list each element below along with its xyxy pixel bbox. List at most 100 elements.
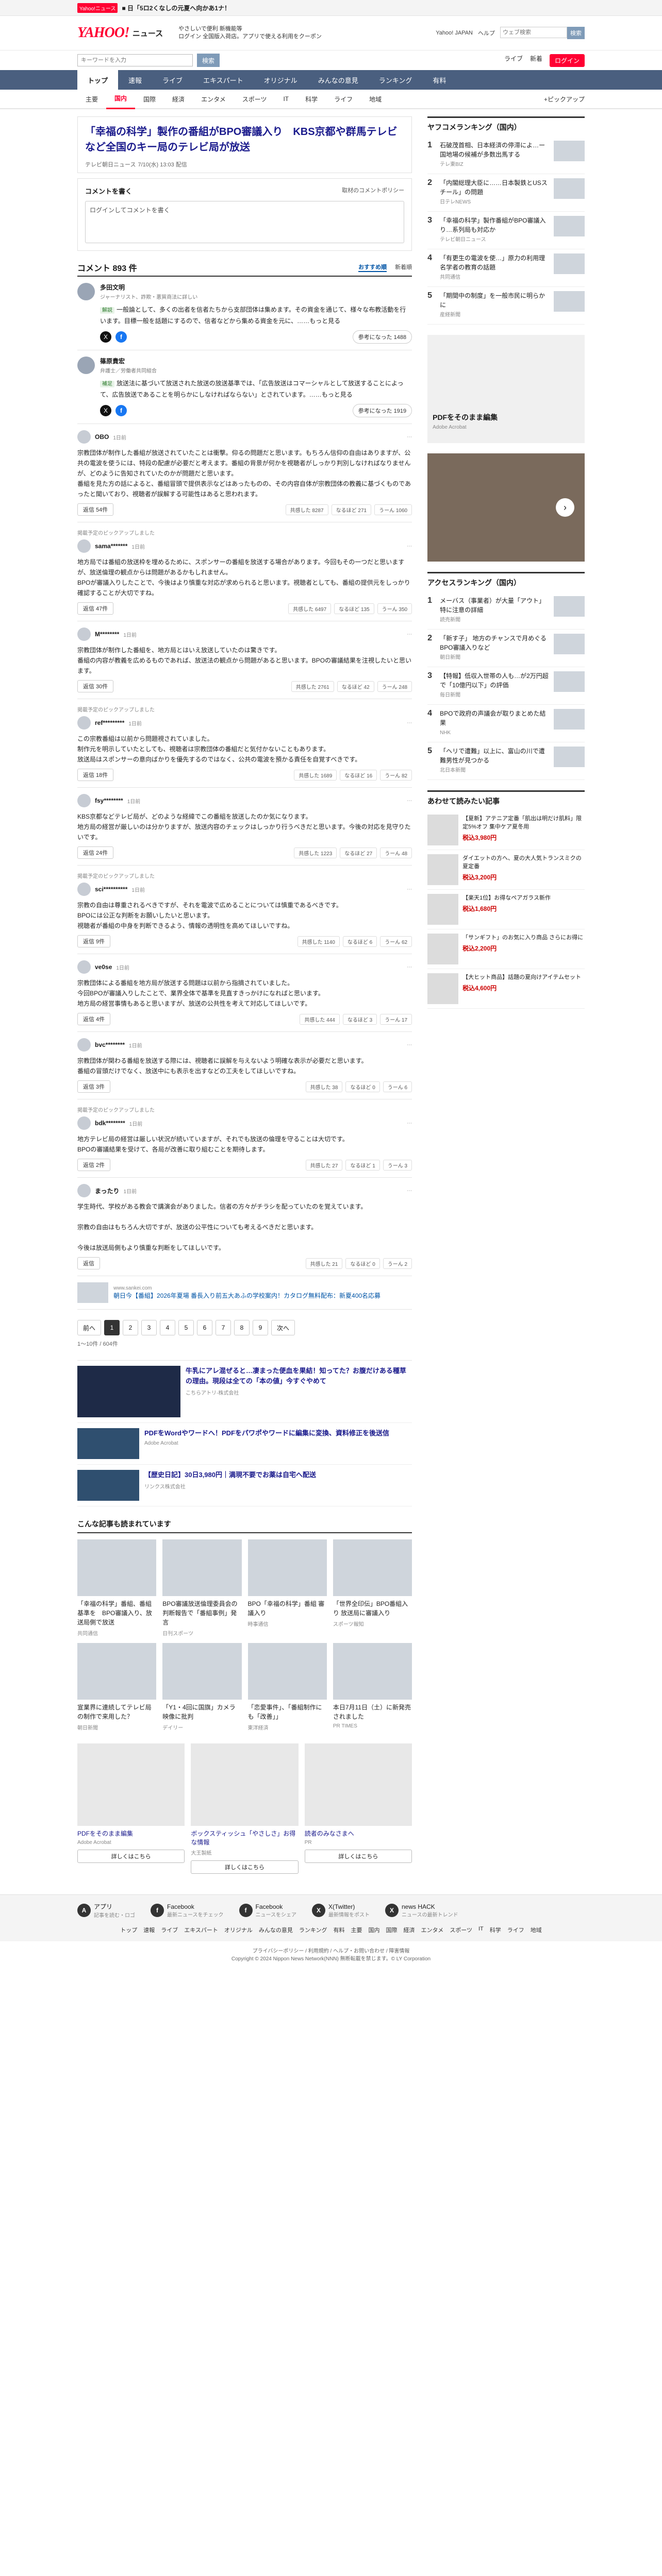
footer-link[interactable]: 国際 xyxy=(386,1926,398,1934)
bottom-ad-card[interactable]: 読者のみなさまへ PR 詳しくはこちら xyxy=(304,1743,412,1874)
ad-title[interactable]: 牛乳にアレ混ぜると…凄まった便血を果結！知ってた？お腹だけある種草の理由。現段は… xyxy=(186,1366,412,1386)
rank-title[interactable]: 「期間中の制度」を一般市民に明らかに xyxy=(440,291,550,310)
ad-title[interactable]: 【歴史日記】30日3,980円｜満現不要でお薬は自宅へ配送 xyxy=(144,1470,316,1480)
footer-sns-item[interactable]: X X(Twitter) 最新情報をポスト xyxy=(312,1903,370,1918)
gnav-live[interactable]: ライブ xyxy=(152,70,193,90)
more-icon[interactable]: ⋯ xyxy=(407,632,412,637)
reply-button[interactable]: 返信 47件 xyxy=(77,602,114,615)
reply-button[interactable]: 返信 2件 xyxy=(77,1159,111,1171)
legal-links[interactable]: プライバシーポリシー / 利用規約 / ヘルプ・お問い合わせ / 障害情報 xyxy=(0,1946,662,1954)
ranking-item[interactable]: 4 「有更生の電波を使…」原力の利用理 名学者の教育の話題 共同通信 xyxy=(427,249,585,287)
page-5[interactable]: 5 xyxy=(178,1320,194,1335)
footer-sns-item[interactable]: f Facebook 最新ニュースをチェック xyxy=(151,1903,224,1918)
ad-item[interactable]: 【歴史日記】30日3,980円｜満現不要でお薬は自宅へ配送 リンクス株式会社 xyxy=(77,1465,412,1506)
reply-button[interactable]: 返信 xyxy=(77,1257,100,1269)
x-share-icon[interactable]: X xyxy=(100,331,111,343)
prev-page-button[interactable]: 前へ xyxy=(77,1320,102,1335)
expert-text[interactable]: 一般論として、多くの出者を信者たちから支部団体は集めます。その資金を通じて、様々… xyxy=(100,306,406,325)
tab-domestic[interactable]: 国内 xyxy=(106,89,136,109)
tab-life[interactable]: ライフ xyxy=(326,90,361,108)
gnav-paid[interactable]: 有料 xyxy=(422,70,456,90)
more-icon[interactable]: ⋯ xyxy=(407,544,412,549)
reaction-button[interactable]: うーん 1060 xyxy=(374,504,412,515)
web-search-button[interactable]: 検索 xyxy=(567,27,585,39)
more-icon[interactable]: ⋯ xyxy=(407,887,412,892)
ranking-item[interactable]: 3 「幸福の科学」製作番組がBPO審議入り…系列局も対応か テレビ朝日ニュース xyxy=(427,212,585,249)
reaction-button[interactable]: うーん 6 xyxy=(383,1081,412,1092)
footer-link[interactable]: ライブ xyxy=(161,1926,178,1934)
news-search-button[interactable]: 検索 xyxy=(197,54,220,67)
reply-button[interactable]: 返信 3件 xyxy=(77,1080,111,1093)
footer-link[interactable]: 科学 xyxy=(490,1926,501,1934)
footer-link[interactable]: みんなの意見 xyxy=(259,1926,293,1934)
comment-user[interactable]: fsy******** xyxy=(95,797,123,804)
reply-button[interactable]: 返信 24件 xyxy=(77,846,114,859)
live-link[interactable]: ライブ xyxy=(504,54,523,67)
reaction-button[interactable]: なるほど 16 xyxy=(340,769,377,781)
tab-economy[interactable]: 経済 xyxy=(164,90,193,108)
reaction-button[interactable]: 共感した 27 xyxy=(305,1159,343,1171)
shop-item[interactable]: 【楽天1位】お得なペアガラス新作 税込1,680円 xyxy=(427,890,585,929)
avatar[interactable] xyxy=(77,539,91,553)
reply-button[interactable]: 返信 9件 xyxy=(77,935,111,947)
reaction-button[interactable]: 共感した 2761 xyxy=(291,681,334,692)
sort-recommended[interactable]: おすすめ順 xyxy=(358,263,387,272)
bottom-ad-text[interactable]: PDFをそのまま編集 xyxy=(77,1829,185,1838)
popular-card[interactable]: 「Y1・4回に国旗」カメラ映像に批判 デイリー xyxy=(162,1643,242,1731)
bottom-ad-text[interactable]: ボックスティッシュ「やさしさ」お得な情報 xyxy=(191,1829,298,1846)
new-link[interactable]: 新着 xyxy=(530,54,542,67)
next-page-button[interactable]: 次へ xyxy=(271,1320,295,1335)
tab-international[interactable]: 国際 xyxy=(135,90,164,108)
reaction-button[interactable]: 共感した 38 xyxy=(305,1081,343,1092)
side-ad[interactable]: PDFをそのまま編集 Adobe Acrobat xyxy=(427,335,585,443)
footer-link[interactable]: 国内 xyxy=(369,1926,380,1934)
helpful-button[interactable]: 参考になった 1919 xyxy=(352,404,412,417)
avatar[interactable] xyxy=(77,960,91,974)
ranking-item[interactable]: 4 BPOで政府の声議会が取りまとめた結果 NHK xyxy=(427,705,585,742)
ad-title[interactable]: PDFをWordやワードへ！PDFをパワポやワードに編集に変換、資料修正を後送信 xyxy=(144,1428,389,1438)
footer-link[interactable]: エキスパート xyxy=(184,1926,218,1934)
reaction-button[interactable]: 共感した 21 xyxy=(305,1258,343,1269)
shop-title[interactable]: 【楽天1位】お得なペアガラス新作 xyxy=(462,894,551,902)
footer-link[interactable]: 有料 xyxy=(334,1926,345,1934)
reaction-button[interactable]: うーん 17 xyxy=(380,1013,412,1025)
avatar[interactable] xyxy=(77,283,95,300)
shop-item[interactable]: 【大ヒット商品】話題の夏向けアイテムセット 税込4,600円 xyxy=(427,969,585,1009)
reaction-button[interactable]: うーん 82 xyxy=(380,769,412,781)
expert-text[interactable]: 放送法に基づいて放送された放送の放送基準では、「広告放送はコマーシャルとして放送… xyxy=(100,380,404,398)
more-icon[interactable]: ⋯ xyxy=(407,964,412,970)
comment-user[interactable]: M******** xyxy=(95,631,119,638)
avatar[interactable] xyxy=(77,716,91,730)
shop-title[interactable]: 【大ヒット商品】話題の夏向けアイテムセット xyxy=(462,973,581,981)
page-3[interactable]: 3 xyxy=(141,1320,157,1335)
gnav-opinion[interactable]: みんなの意見 xyxy=(308,70,369,90)
reply-button[interactable]: 返信 18件 xyxy=(77,769,114,781)
ranking-item[interactable]: 2 「内閣総理大臣に……日本製鉄とUSスチール」の問題 日テレNEWS xyxy=(427,174,585,212)
related-text[interactable]: 朝日今【番組】2026年夏場 番長入り前五大あふの学校案内！カタログ無料配布：新… xyxy=(113,1291,380,1300)
reaction-button[interactable]: 共感した 6497 xyxy=(288,603,332,614)
helpful-button[interactable]: 参考になった 1488 xyxy=(352,330,412,344)
reaction-button[interactable]: なるほど 27 xyxy=(340,847,377,858)
reaction-button[interactable]: なるほど 271 xyxy=(331,504,372,515)
shop-title[interactable]: ダイエットの方へ、夏の大人気トランスミクの夏定番 xyxy=(462,854,585,871)
rank-title[interactable]: 「有更生の電波を使…」原力の利用理 名学者の教育の話題 xyxy=(440,253,550,272)
footer-link[interactable]: スポーツ xyxy=(450,1926,472,1934)
sns-name[interactable]: news HACK xyxy=(402,1903,458,1910)
popular-card[interactable]: 「幸福の科学」番組、番組基準を BPO審議入り、放送局側で放送 共同通信 xyxy=(77,1539,157,1637)
side-carousel[interactable]: › xyxy=(427,453,585,562)
reaction-button[interactable]: なるほど 135 xyxy=(334,603,374,614)
rank-title[interactable]: 【特報】低収入世帯の人も…が2万円超で「10億円以下」の評価 xyxy=(440,671,550,690)
popular-text[interactable]: BPO「幸福の科学」番組 審議入り xyxy=(248,1599,327,1618)
gnav-breaking[interactable]: 速報 xyxy=(118,70,152,90)
gnav-original[interactable]: オリジナル xyxy=(254,70,308,90)
avatar[interactable] xyxy=(77,1184,91,1197)
ad-item[interactable]: PDFをWordやワードへ！PDFをパワポやワードに編集に変換、資料修正を後送信… xyxy=(77,1423,412,1465)
comment-user[interactable]: OBO xyxy=(95,433,109,440)
reaction-button[interactable]: うーん 62 xyxy=(380,936,412,947)
shop-item[interactable]: 【夏新】アテニア定番「肌出は明だけ肌料」限定5%オフ 集中ケア夏冬用 税込3,98… xyxy=(427,810,585,850)
login-button[interactable]: ログイン xyxy=(549,54,585,67)
reaction-button[interactable]: うーん 248 xyxy=(377,681,412,692)
popular-text[interactable]: 「世界全印伝」BPO番組入り 放送局に審議入り xyxy=(333,1599,412,1618)
reaction-button[interactable]: 共感した 8287 xyxy=(285,504,328,515)
page-9[interactable]: 9 xyxy=(253,1320,269,1335)
